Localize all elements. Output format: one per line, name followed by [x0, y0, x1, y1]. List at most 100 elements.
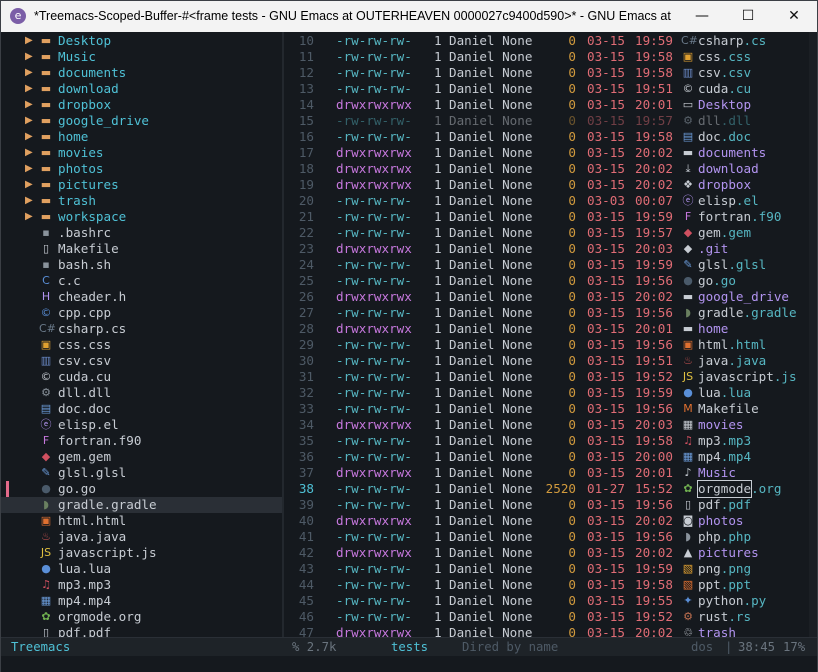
- tree-file-item[interactable]: Ffortran.f90: [1, 433, 282, 449]
- dired-row[interactable]: 17 drwxrwxrwx 1 Daniel None 0 03-15 20:02 ▬ docu…: [284, 145, 809, 161]
- scrollbar[interactable]: [809, 32, 817, 637]
- tree-file-item[interactable]: ♫ mp3.mp3: [1, 577, 282, 593]
- tree-file-item[interactable]: Cc.c: [1, 273, 282, 289]
- file-name[interactable]: python.py: [698, 593, 766, 609]
- file-name[interactable]: css.css: [698, 49, 751, 65]
- tree-file-item[interactable]: ♨ java.java: [1, 529, 282, 545]
- file-name[interactable]: mp4.mp4: [698, 449, 751, 465]
- tree-file-item[interactable]: ▪ bash.sh: [1, 257, 282, 273]
- minimize-button[interactable]: —: [679, 1, 725, 32]
- file-name[interactable]: fortran.f90: [698, 209, 781, 225]
- dired-row[interactable]: 35 -rw-rw-rw- 1 Daniel None 0 03-15 19:58 ♫ mp3.…: [284, 433, 809, 449]
- dired-row[interactable]: 37 drwxrwxrwx 1 Daniel None 0 03-15 20:01 ♪ Musi…: [284, 465, 809, 481]
- file-name[interactable]: dll.dll: [698, 113, 751, 129]
- dired-row[interactable]: 26 drwxrwxrwx 1 Daniel None 0 03-15 20:02 ▬ goog…: [284, 289, 809, 305]
- file-name[interactable]: google_drive: [698, 289, 789, 305]
- tree-file-item[interactable]: ▥ csv.csv: [1, 353, 282, 369]
- file-name[interactable]: pdf.pdf: [698, 497, 751, 513]
- file-name[interactable]: Makefile: [698, 401, 759, 417]
- file-name[interactable]: java.java: [698, 353, 766, 369]
- tree-file-item[interactable]: ▦ mp4.mp4: [1, 593, 282, 609]
- tree-file-item[interactable]: ▯ pdf.pdf: [1, 625, 282, 637]
- tree-file-item[interactable]: © cuda.cu: [1, 369, 282, 385]
- file-name[interactable]: php.php: [698, 529, 751, 545]
- file-name[interactable]: orgmode.org: [696, 480, 781, 498]
- dired-row[interactable]: 47 drwxrwxrwx 1 Daniel None 0 03-15 20:02 ♲ tras…: [284, 625, 809, 637]
- dired-row[interactable]: 20 -rw-rw-rw- 1 Daniel None 0 03-03 00:07 ⓔ elis…: [284, 193, 809, 209]
- file-name[interactable]: pictures: [698, 545, 759, 561]
- tree-dir-item[interactable]: ▶ ▬ Music: [1, 49, 282, 65]
- file-name[interactable]: gem.gem: [698, 225, 751, 241]
- dired-row[interactable]: 15 -rw-rw-rw- 1 Daniel None 0 03-15 19:57 ⚙ dll.…: [284, 113, 809, 129]
- dired-row[interactable]: 30 -rw-rw-rw- 1 Daniel None 0 03-15 19:51 ♨ java…: [284, 353, 809, 369]
- dired-row[interactable]: 25 -rw-rw-rw- 1 Daniel None 0 03-15 19:56 ● go.g…: [284, 273, 809, 289]
- tree-file-item[interactable]: JS javascript.js: [1, 545, 282, 561]
- file-name[interactable]: home: [698, 321, 728, 337]
- chevron-right-icon[interactable]: ▶: [25, 113, 33, 129]
- file-name[interactable]: cuda.cu: [698, 81, 751, 97]
- dired-row[interactable]: 24 -rw-rw-rw- 1 Daniel None 0 03-15 19:59 ✎ glsl…: [284, 257, 809, 273]
- tree-file-item[interactable]: ⓔ elisp.el: [1, 417, 282, 433]
- dired-row[interactable]: 45 -rw-rw-rw- 1 Daniel None 0 03-15 19:55 ✦ pyth…: [284, 593, 809, 609]
- tree-file-item[interactable]: ● lua.lua: [1, 561, 282, 577]
- tree-dir-item[interactable]: ▶ ▬ documents: [1, 65, 282, 81]
- tree-dir-item[interactable]: ▶ ▬ trash: [1, 193, 282, 209]
- tree-file-item[interactable]: ▪ .bashrc: [1, 225, 282, 241]
- tree-file-item[interactable]: ▣ html.html: [1, 513, 282, 529]
- tree-dir-item[interactable]: ▶ ▬ movies: [1, 145, 282, 161]
- chevron-right-icon[interactable]: ▶: [25, 209, 33, 225]
- dired-row[interactable]: 42 drwxrwxrwx 1 Daniel None 0 03-15 20:02 ▲ pict…: [284, 545, 809, 561]
- tree-file-item[interactable]: C# csharp.cs: [1, 321, 282, 337]
- dired-row[interactable]: 28 drwxrwxrwx 1 Daniel None 0 03-15 20:01 ▬ home: [284, 321, 809, 337]
- dired-row[interactable]: 27 -rw-rw-rw- 1 Daniel None 0 03-15 19:56 ◗ grad…: [284, 305, 809, 321]
- file-name[interactable]: lua.lua: [698, 385, 751, 401]
- buffer-name[interactable]: tests: [391, 638, 428, 656]
- file-name[interactable]: glsl.glsl: [698, 257, 766, 273]
- minibuffer[interactable]: [1, 656, 817, 672]
- tree-dir-item[interactable]: ▶ ▬ download: [1, 81, 282, 97]
- chevron-right-icon[interactable]: ▶: [25, 161, 33, 177]
- file-name[interactable]: go.go: [698, 273, 736, 289]
- file-name[interactable]: documents: [698, 145, 766, 161]
- maximize-button[interactable]: ☐: [725, 1, 771, 32]
- tree-file-item[interactable]: ◗ gradle.gradle: [1, 497, 282, 513]
- dired-row[interactable]: 43 -rw-rw-rw- 1 Daniel None 0 03-15 19:59 ▧ png.…: [284, 561, 809, 577]
- dired-row[interactable]: 41 -rw-rw-rw- 1 Daniel None 0 03-15 19:56 ◗ php.…: [284, 529, 809, 545]
- file-name[interactable]: mp3.mp3: [698, 433, 751, 449]
- dired-row[interactable]: 12 -rw-rw-rw- 1 Daniel None 0 03-15 19:58 ▥ csv.…: [284, 65, 809, 81]
- dired-row[interactable]: 16 -rw-rw-rw- 1 Daniel None 0 03-15 19:58 ▤ doc.…: [284, 129, 809, 145]
- dired-row[interactable]: 13 -rw-rw-rw- 1 Daniel None 0 03-15 19:51 © cuda…: [284, 81, 809, 97]
- chevron-right-icon[interactable]: ▶: [25, 81, 33, 97]
- dired-row[interactable]: 44 -rw-rw-rw- 1 Daniel None 0 03-15 19:58 ▧ ppt.…: [284, 577, 809, 593]
- chevron-right-icon[interactable]: ▶: [25, 97, 33, 113]
- tree-file-item[interactable]: ✎ glsl.glsl: [1, 465, 282, 481]
- file-name[interactable]: trash: [698, 625, 736, 637]
- file-name[interactable]: csv.csv: [698, 65, 751, 81]
- dired-row[interactable]: 36 -rw-rw-rw- 1 Daniel None 0 03-15 20:00 ▦ mp4.…: [284, 449, 809, 465]
- file-name[interactable]: dropbox: [698, 177, 751, 193]
- tree-dir-item[interactable]: ▶ ▬ pictures: [1, 177, 282, 193]
- file-name[interactable]: movies: [698, 417, 744, 433]
- dired-row[interactable]: 11 -rw-rw-rw- 1 Daniel None 0 03-15 19:58 ▣ css.…: [284, 49, 809, 65]
- tree-dir-item[interactable]: ▶ ▬ photos: [1, 161, 282, 177]
- tree-dir-item[interactable]: ▶ ▬ Desktop: [1, 33, 282, 49]
- file-name[interactable]: download: [698, 161, 759, 177]
- dired-row[interactable]: 14 drwxrwxrwx 1 Daniel None 0 03-15 20:01 ▭ Desk…: [284, 97, 809, 113]
- tree-file-item[interactable]: © cpp.cpp: [1, 305, 282, 321]
- tree-dir-item[interactable]: ▶ ▬ google_drive: [1, 113, 282, 129]
- tree-dir-item[interactable]: ▶ ▬ dropbox: [1, 97, 282, 113]
- dired-row[interactable]: 39 -rw-rw-rw- 1 Daniel None 0 03-15 19:56 ▯ pdf.…: [284, 497, 809, 513]
- chevron-right-icon[interactable]: ▶: [25, 129, 33, 145]
- dired-row[interactable]: 10 -rw-rw-rw- 1 Daniel None 0 03-15 19:59 C# csh…: [284, 33, 809, 49]
- chevron-right-icon[interactable]: ▶: [25, 177, 33, 193]
- close-button[interactable]: ✕: [771, 1, 817, 32]
- tree-file-item[interactable]: ▤ doc.doc: [1, 401, 282, 417]
- file-name[interactable]: csharp.cs: [698, 33, 766, 49]
- dired-row[interactable]: 32 -rw-rw-rw- 1 Daniel None 0 03-15 19:59 ● lua.…: [284, 385, 809, 401]
- file-name[interactable]: photos: [698, 513, 744, 529]
- dired-row[interactable]: 31 -rw-rw-rw- 1 Daniel None 0 03-15 19:52 JS jav…: [284, 369, 809, 385]
- title-bar[interactable]: e *Treemacs-Scoped-Buffer-#<frame tests …: [1, 1, 817, 32]
- tree-file-item[interactable]: ▣ css.css: [1, 337, 282, 353]
- chevron-right-icon[interactable]: ▶: [25, 145, 33, 161]
- file-name[interactable]: Music: [698, 465, 736, 481]
